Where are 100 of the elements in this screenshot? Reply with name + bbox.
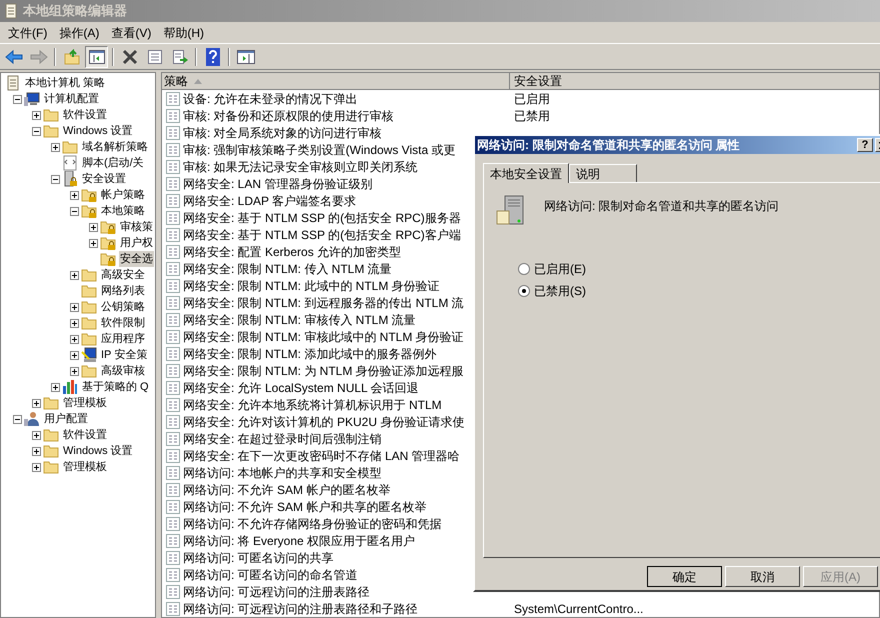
tree-item[interactable]: 软件设置 bbox=[62, 427, 108, 443]
expand-icon[interactable] bbox=[89, 238, 98, 248]
radio-button[interactable] bbox=[518, 263, 530, 275]
tree-item[interactable]: 高级安全 bbox=[100, 267, 146, 283]
dialog-tab[interactable]: 本地安全设置 bbox=[483, 163, 569, 183]
tree-item[interactable]: 应用程序 bbox=[100, 331, 146, 347]
tree-item[interactable]: 高级审核 bbox=[100, 363, 146, 379]
policy-name[interactable]: 审核: 如果无法记录安全审核则立即关闭系统 bbox=[183, 158, 418, 176]
toolbar-button[interactable] bbox=[85, 46, 108, 68]
tree-item[interactable]: 用户权 bbox=[119, 235, 154, 251]
tree-item[interactable]: 公钥策略 bbox=[100, 299, 146, 315]
collapse-icon[interactable] bbox=[32, 126, 41, 136]
tree-item[interactable]: 基于策略的 Q bbox=[81, 379, 150, 395]
policy-name[interactable]: 网络访问: 不允许 SAM 帐户的匿名枚举 bbox=[183, 480, 390, 498]
policy-name[interactable]: 网络访问: 可远程访问的注册表路径 bbox=[183, 582, 370, 600]
tree-item[interactable]: 本地计算机 策略 bbox=[24, 75, 106, 91]
policy-name[interactable]: 网络安全: 限制 NTLM: 到远程服务器的传出 NTLM 流 bbox=[183, 294, 464, 312]
folder-up-icon bbox=[64, 48, 80, 64]
menu-item[interactable]: 帮助(H) bbox=[157, 22, 210, 42]
expand-icon[interactable] bbox=[51, 382, 60, 392]
tree-item[interactable]: 管理模板 bbox=[62, 395, 108, 411]
policy-name[interactable]: 审核: 对备份和还原权限的使用进行审核 bbox=[183, 106, 394, 124]
expand-icon[interactable] bbox=[32, 446, 41, 456]
collapse-icon[interactable] bbox=[70, 206, 79, 216]
menu-item[interactable]: 文件(F) bbox=[2, 22, 54, 42]
expand-icon[interactable] bbox=[70, 350, 79, 360]
tree-item[interactable]: Windows 设置 bbox=[62, 123, 134, 139]
expand-icon[interactable] bbox=[51, 142, 60, 152]
dialog-tab[interactable]: 说明 bbox=[569, 164, 637, 182]
policy-name[interactable]: 网络访问: 不允许 SAM 帐户和共享的匿名枚举 bbox=[183, 498, 426, 516]
tree-item[interactable]: IP 安全策 bbox=[100, 347, 148, 363]
policy-item-icon bbox=[166, 584, 180, 598]
expand-icon[interactable] bbox=[32, 430, 41, 440]
policy-name[interactable]: 网络访问: 不允许存储网络身份验证的密码和凭据 bbox=[183, 514, 442, 532]
tree-item[interactable]: 管理模板 bbox=[62, 459, 108, 475]
expand-icon[interactable] bbox=[70, 334, 79, 344]
policy-name[interactable]: 网络访问: 本地帐户的共享和安全模型 bbox=[183, 464, 382, 482]
tree-item[interactable]: 审核策 bbox=[119, 219, 154, 235]
policy-name[interactable]: 网络安全: 限制 NTLM: 此域中的 NTLM 身份验证 bbox=[183, 276, 440, 294]
policy-name[interactable]: 网络安全: 限制 NTLM: 为 NTLM 身份验证添加远程服 bbox=[183, 362, 464, 380]
policy-name[interactable]: 网络访问: 可匿名访问的命名管道 bbox=[183, 566, 358, 584]
column-header[interactable]: 安全设置 bbox=[510, 73, 879, 90]
folder-icon bbox=[43, 123, 59, 139]
collapse-icon[interactable] bbox=[13, 414, 22, 424]
policy-name[interactable]: 网络安全: 允许对该计算机的 PKU2U 身份验证请求使 bbox=[183, 412, 464, 430]
tree-item[interactable]: 软件设置 bbox=[62, 107, 108, 123]
expand-icon[interactable] bbox=[70, 366, 79, 376]
policy-name[interactable]: 网络安全: 基于 NTLM SSP 的(包括安全 RPC)客户端 bbox=[183, 226, 461, 244]
policy-name[interactable]: 网络安全: 允许 LocalSystem NULL 会话回退 bbox=[183, 378, 419, 396]
tree-item[interactable]: 用户配置 bbox=[43, 411, 89, 427]
policy-name[interactable]: 设备: 允许在未登录的情况下弹出 bbox=[183, 90, 358, 108]
tree-item[interactable]: Windows 设置 bbox=[62, 443, 134, 459]
tree-item[interactable]: 脚本(启动/关 bbox=[81, 155, 145, 171]
dialog-button[interactable]: 取消 bbox=[725, 566, 800, 587]
collapse-icon[interactable] bbox=[51, 174, 60, 184]
tree-item[interactable]: 安全选 bbox=[119, 251, 154, 267]
menu-item[interactable]: 操作(A) bbox=[53, 22, 106, 42]
policy-name[interactable]: 网络安全: LDAP 客户端签名要求 bbox=[183, 192, 356, 210]
policy-name[interactable]: 网络安全: 在下一次更改密码时不存储 LAN 管理器哈 bbox=[183, 446, 460, 464]
policy-name[interactable]: 网络安全: 限制 NTLM: 添加此域中的服务器例外 bbox=[183, 344, 436, 362]
expand-icon[interactable] bbox=[32, 398, 41, 408]
tree-item[interactable]: 网络列表 bbox=[100, 283, 146, 299]
policy-name[interactable]: 网络安全: 配置 Kerberos 允许的加密类型 bbox=[183, 242, 402, 260]
menu-item[interactable]: 查看(V) bbox=[105, 22, 158, 42]
policy-item-icon bbox=[166, 160, 180, 174]
tree-item[interactable]: 域名解析策略 bbox=[81, 139, 149, 155]
expand-icon[interactable] bbox=[70, 318, 79, 328]
policy-name[interactable]: 审核: 强制审核策略子类别设置(Windows Vista 或更 bbox=[183, 140, 456, 158]
policy-name[interactable]: 网络安全: 限制 NTLM: 传入 NTLM 流量 bbox=[183, 260, 392, 278]
expand-icon[interactable] bbox=[70, 190, 79, 200]
tree-item[interactable]: 帐户策略 bbox=[100, 187, 146, 203]
tree-item[interactable]: 本地策略 bbox=[100, 203, 146, 219]
policy-name[interactable]: 网络访问: 可远程访问的注册表路径和子路径 bbox=[183, 600, 418, 617]
security-setting: 已禁用 bbox=[513, 108, 550, 124]
collapse-icon[interactable] bbox=[13, 94, 22, 104]
policy-name[interactable]: 网络安全: 基于 NTLM SSP 的(包括安全 RPC)服务器 bbox=[183, 208, 461, 226]
properties-icon bbox=[146, 48, 162, 64]
policy-name[interactable]: 网络安全: 允许本地系统将计算机标识用于 NTLM bbox=[183, 396, 442, 414]
policy-item-icon bbox=[166, 534, 180, 548]
expand-icon[interactable] bbox=[32, 462, 41, 472]
expand-icon[interactable] bbox=[70, 302, 79, 312]
policy-name[interactable]: 网络安全: 在超过登录时间后强制注销 bbox=[183, 430, 382, 448]
policy-name[interactable]: 网络访问: 可匿名访问的共享 bbox=[183, 548, 334, 566]
tree-item[interactable]: 安全设置 bbox=[81, 171, 127, 187]
policy-name[interactable]: 网络安全: 限制 NTLM: 审核传入 NTLM 流量 bbox=[183, 310, 416, 328]
expand-icon[interactable] bbox=[32, 110, 41, 120]
tree-item[interactable]: 软件限制 bbox=[100, 315, 146, 331]
policy-name[interactable]: 网络安全: 限制 NTLM: 审核此域中的 NTLM 身份验证 bbox=[183, 328, 464, 346]
expand-icon[interactable] bbox=[70, 270, 79, 280]
policy-name[interactable]: 审核: 对全局系统对象的访问进行审核 bbox=[183, 124, 382, 142]
expand-icon[interactable] bbox=[89, 222, 98, 232]
help-button[interactable]: ? bbox=[857, 138, 873, 152]
tree-item[interactable]: 计算机配置 bbox=[43, 91, 100, 107]
policy-item-icon bbox=[166, 466, 180, 480]
dialog-button[interactable]: 确定 bbox=[647, 566, 722, 587]
folder-icon bbox=[62, 139, 78, 155]
radio-button[interactable] bbox=[518, 285, 530, 297]
policy-name[interactable]: 网络访问: 将 Everyone 权限应用于匿名用户 bbox=[183, 532, 416, 550]
policy-name[interactable]: 网络安全: LAN 管理器身份验证级别 bbox=[183, 174, 372, 192]
column-header[interactable]: 策略 bbox=[162, 73, 510, 90]
